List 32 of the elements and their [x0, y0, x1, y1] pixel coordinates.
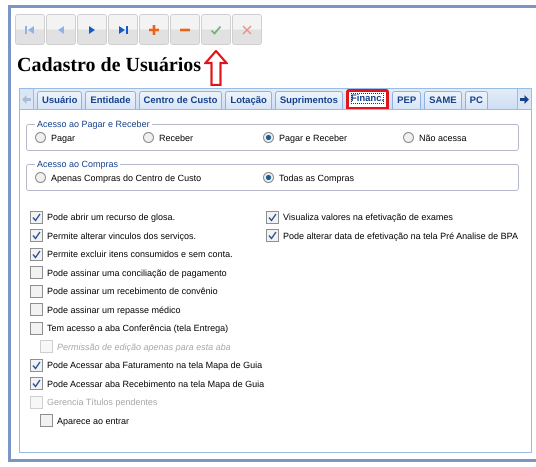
tab[interactable]: Centro de Custo: [138, 91, 222, 109]
checkbox-label: Permite excluir itens consumidos e sem conta.: [47, 249, 233, 260]
tab[interactable]: Usuário: [37, 91, 82, 109]
checkbox-label: Pode abrir um recurso de glosa.: [47, 212, 176, 222]
group-title: Acesso ao Pagar e Receber: [36, 119, 151, 129]
tab[interactable]: Suprimentos: [274, 91, 343, 109]
tab[interactable]: PC: [464, 91, 488, 109]
checkbox-label: Visualiza valores na efetivação de exames: [283, 212, 453, 222]
checkbox-label: Pode assinar uma conciliação de pagamento: [47, 268, 227, 278]
tab[interactable]: Entidade: [85, 91, 136, 109]
radio-label: Apenas Compras do Centro de Custo: [51, 172, 202, 182]
tab[interactable]: Lotação: [225, 91, 272, 109]
checkbox-label: Tem acesso a aba Conferência (tela Entrega): [47, 323, 228, 334]
checkbox-label: Permissão de edição apenas para esta aba: [57, 342, 231, 352]
tab[interactable]: Financ.: [346, 89, 390, 109]
checkbox-label: Aparece ao entrar: [57, 416, 130, 426]
checkbox-label: Gerencia Títulos pendentes: [47, 397, 158, 408]
radio-label: Receber: [159, 132, 194, 142]
radio-label: Todas as Compras: [279, 172, 354, 182]
tab[interactable]: SAME: [424, 91, 462, 109]
radio-label: Não acessa: [419, 132, 467, 142]
checkbox-label: Permite alterar vinculos dos serviços.: [47, 230, 196, 241]
checkbox-label: Pode alterar data de efetivação na tela Pré Analise de BPA: [283, 230, 518, 241]
checkbox-label: Pode Acessar aba Faturamento na tela Mapa de Guia: [47, 360, 262, 370]
page-title: Cadastro de Usuários: [17, 54, 202, 77]
radio-label: Pagar: [51, 132, 76, 142]
group-title: Acesso ao Compras: [36, 159, 120, 169]
checkbox-label: Pode assinar um recebimento de convênio: [47, 286, 218, 296]
checkbox-label: Pode Acessar aba Recebimento na tela Mapa de Guia: [47, 378, 264, 389]
checkbox-label: Pode assinar um repasse médico: [47, 304, 181, 315]
tab[interactable]: PEP: [392, 91, 422, 109]
radio-label: Pagar e Receber: [279, 132, 348, 142]
